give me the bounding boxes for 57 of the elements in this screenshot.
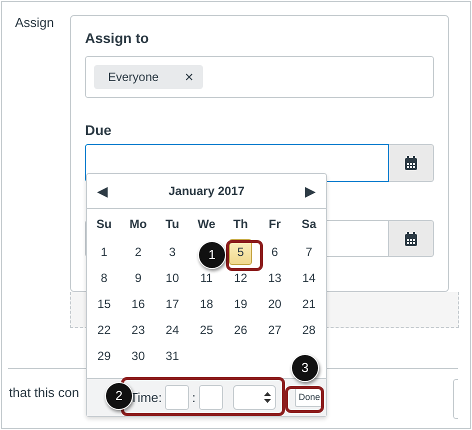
calendar-day[interactable]: 15 — [89, 291, 119, 317]
spinner-arrows-icon — [264, 392, 271, 403]
calendar-day[interactable]: 7 — [298, 239, 320, 265]
previous-month-button[interactable]: ◀ — [97, 180, 108, 202]
calendar-day[interactable]: 26 — [226, 317, 256, 343]
calendar-day[interactable]: 22 — [89, 317, 119, 343]
calendar-day[interactable]: 20 — [260, 291, 290, 317]
weekday-label: Th — [233, 216, 248, 233]
text-field[interactable] — [453, 379, 458, 419]
month-title: January 2017 — [168, 183, 245, 200]
calendar-icon — [405, 232, 417, 246]
calendar-day[interactable]: 12 — [226, 265, 256, 291]
weekday-label: Su — [96, 216, 112, 233]
next-month-button[interactable]: ▶ — [305, 180, 316, 202]
calendar-day[interactable]: 1 — [92, 239, 116, 265]
weekday-label: Fr — [268, 216, 281, 233]
calendar-day[interactable]: 8 — [92, 265, 116, 291]
calendar-day[interactable]: 25 — [192, 317, 222, 343]
field-label: Due — [85, 121, 112, 140]
weekday-label: Tu — [165, 216, 180, 233]
calendar-day[interactable]: 18 — [192, 291, 222, 317]
calendar-day[interactable]: 29 — [89, 343, 119, 369]
time-label: Time: — [130, 388, 162, 407]
calendar-day[interactable]: 17 — [158, 291, 188, 317]
calendar-button[interactable] — [389, 144, 434, 182]
calendar-day[interactable]: 28 — [294, 317, 324, 343]
calendar-day[interactable]: 19 — [226, 291, 256, 317]
weekday-label: We — [198, 216, 216, 233]
calendar-day[interactable]: 16 — [124, 291, 153, 317]
calendar-day[interactable]: 6 — [263, 239, 286, 265]
weekday-label: Sa — [302, 216, 316, 233]
field-label: Assign to — [85, 29, 150, 48]
calendar-button[interactable] — [389, 220, 434, 257]
calendar-day[interactable]: 23 — [124, 317, 153, 343]
calendar-day[interactable]: 2 — [126, 239, 150, 265]
calendar-day[interactable]: 31 — [158, 343, 188, 369]
calendar-day[interactable]: 13 — [260, 265, 290, 291]
assign-to-field[interactable]: Everyone × — [85, 56, 434, 98]
highlight-outline — [226, 240, 263, 271]
section-label: Assign — [14, 14, 56, 32]
am-pm-select[interactable] — [232, 385, 276, 410]
tag-text: Everyone — [108, 69, 159, 86]
weekday-label: Mo — [130, 216, 147, 233]
calendar-day[interactable]: 21 — [294, 291, 324, 317]
minute-field[interactable] — [198, 385, 223, 410]
hour-field[interactable] — [165, 385, 190, 410]
time-separator: : — [192, 388, 196, 407]
description-text: that this con — [8, 384, 80, 402]
remove-tag-button[interactable]: × — [184, 70, 194, 84]
calendar-day[interactable]: 3 — [161, 239, 184, 265]
calendar-day[interactable]: 24 — [158, 317, 188, 343]
calendar-day[interactable]: 14 — [294, 265, 324, 291]
calendar-icon — [405, 156, 417, 170]
calendar-day[interactable]: 9 — [126, 265, 150, 291]
calendar-day[interactable]: 10 — [158, 265, 188, 291]
calendar-day[interactable]: 27 — [260, 317, 290, 343]
calendar-day[interactable]: 30 — [124, 343, 153, 369]
